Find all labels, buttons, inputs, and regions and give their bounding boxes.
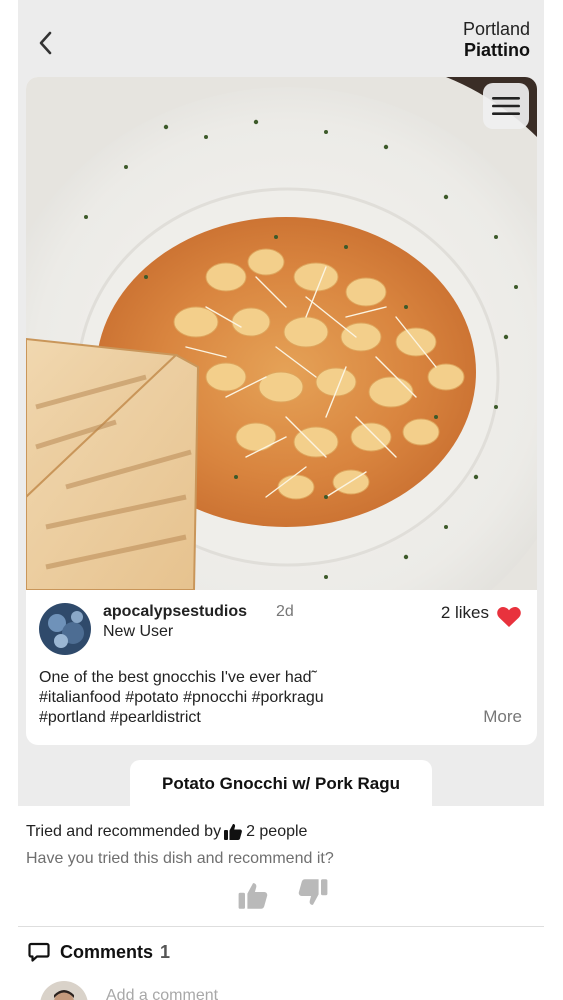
comments-header: Comments 1 <box>28 941 170 963</box>
chevron-left-icon <box>39 31 52 55</box>
caption-line: #italianfood #potato #pnocchi #porkragu <box>39 689 324 706</box>
recommendation-summary: Tried and recommended by 2 people <box>26 822 307 842</box>
city-name: Portland <box>462 19 530 39</box>
dish-name-tab[interactable]: Potato Gnocchi w/ Pork Ragu <box>130 760 432 808</box>
comment-input[interactable] <box>106 987 486 1000</box>
recommend-no-button[interactable] <box>296 876 330 908</box>
dish-name: Potato Gnocchi w/ Pork Ragu <box>161 774 401 793</box>
recommendation-panel: Tried and recommended by 2 people Have y… <box>18 806 544 926</box>
heart-icon <box>497 607 521 627</box>
caption-line: One of the best gnocchis I've ever had˜ <box>39 669 317 686</box>
thumbs-up-icon <box>238 883 268 909</box>
comments-section: Comments 1 <box>18 926 544 1000</box>
recommend-yes-button[interactable] <box>236 880 270 912</box>
user-role: New User <box>103 623 174 640</box>
recommend-question: Have you tried this dish and recommend i… <box>26 850 334 867</box>
post-menu-button[interactable] <box>483 83 529 129</box>
post-time: 2d <box>276 603 294 620</box>
comments-label: Comments <box>60 941 154 962</box>
restaurant-location[interactable]: Portland Piattino <box>463 19 530 60</box>
thumbs-down-icon <box>298 879 328 905</box>
current-user-avatar-image <box>40 981 88 1000</box>
thumbs-up-icon <box>224 823 242 840</box>
recommend-count: 2 people <box>246 823 308 840</box>
user-avatar-image <box>39 603 91 655</box>
like-button[interactable] <box>496 605 522 629</box>
caption-line: #portland #pearldistrict <box>39 709 201 726</box>
dish-photo[interactable] <box>26 77 537 590</box>
user-avatar[interactable] <box>39 603 91 655</box>
dish-photo-image <box>26 77 537 590</box>
comment-bubble-icon <box>28 942 50 962</box>
post-caption: One of the best gnocchis I've ever had˜ … <box>39 668 459 728</box>
app-screen: Portland Piattino apocalypsestudios 2d N… <box>18 0 544 1000</box>
recommend-prefix: Tried and recommended by <box>26 823 222 840</box>
current-user-avatar <box>40 981 88 1000</box>
more-link[interactable]: More <box>483 707 522 727</box>
back-button[interactable] <box>32 28 58 58</box>
comments-count: 1 <box>160 941 171 962</box>
restaurant-name[interactable]: Piattino <box>463 40 530 61</box>
post-card: apocalypsestudios 2d New User 2 likes On… <box>26 77 537 745</box>
likes-count: 2 likes <box>440 603 489 622</box>
username[interactable]: apocalypsestudios <box>103 603 247 621</box>
hamburger-menu-icon <box>492 97 520 115</box>
